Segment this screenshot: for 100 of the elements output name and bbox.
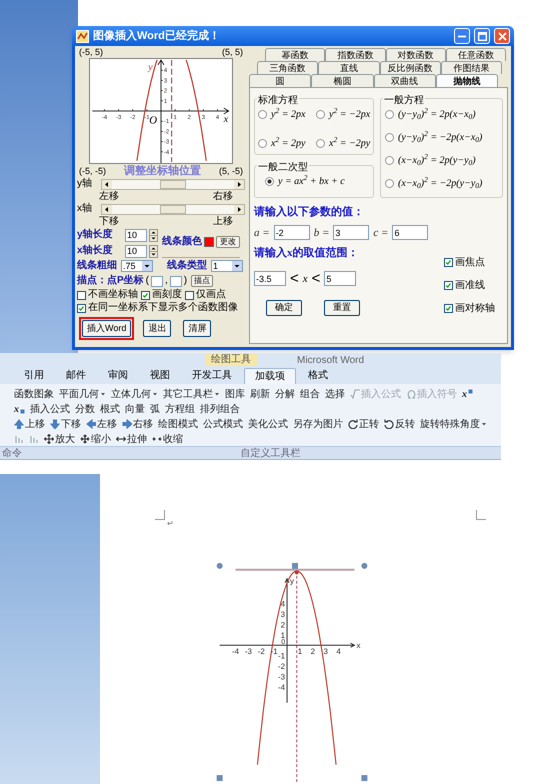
range-field[interactable]: 5 [324,271,356,286]
axis-slider[interactable] [101,178,245,190]
tab[interactable]: 对数函数 [386,48,446,61]
checkbox-option[interactable]: 画刻度 [141,290,182,300]
coordinate-field[interactable] [151,276,164,286]
toolbar-button[interactable]: 根式 [100,402,120,416]
toolbar-button[interactable]: 放大 [44,432,75,446]
toolbar-button[interactable]: 函数图象 [14,387,54,401]
axis-slider[interactable] [101,204,245,214]
tab[interactable]: 三角函数 [257,61,318,74]
slider-thumb[interactable] [160,180,186,188]
toolbar-button[interactable]: 排列组合 [200,402,240,416]
toolbar-button[interactable]: 其它工具栏 [163,387,220,401]
ribbon-tab[interactable]: 审阅 [98,368,138,384]
close-button[interactable] [494,28,510,44]
radio-button[interactable] [316,110,325,119]
ribbon-tab[interactable]: 邮件 [56,368,96,384]
radio-button[interactable] [265,177,274,186]
dialog-button[interactable]: 重置 [324,300,360,316]
toolbar-button[interactable]: 刷新 [250,387,270,401]
radio-button[interactable] [385,179,394,188]
toolbar-button[interactable]: 插入公式 [30,402,70,416]
radio-option[interactable]: (y−y$_{0}$)$^{2}$ = 2p(x−x$_{0}$) [385,107,499,122]
toolbar-button[interactable]: 平面几何 [59,387,106,401]
checkbox[interactable] [185,290,194,300]
toolbar-button[interactable]: 旋转特殊角度 [420,417,487,431]
ribbon-tab[interactable]: 加载项 [244,368,296,384]
checkbox[interactable] [444,304,453,313]
toolbar-button[interactable]: 公式模式 [203,417,243,431]
toolbar-button[interactable]: x [462,387,473,401]
range-field[interactable]: -3.5 [254,271,286,286]
toolbar-button[interactable]: 弧 [150,402,160,416]
radio-button[interactable] [385,110,394,119]
toolbar-button[interactable]: x [14,402,25,416]
toolbar-button[interactable]: 组合 [300,387,320,401]
toolbar-button[interactable]: 图库 [225,387,245,401]
toolbar-button[interactable]: 正转 [348,417,379,431]
parameter-field[interactable]: -2 [274,225,310,240]
dialog-button[interactable]: 清屏 [183,320,212,337]
radio-option[interactable]: x$^{2}$ = −2py [316,136,370,151]
tab[interactable]: 任意函数 [446,48,506,61]
radio-button[interactable] [385,156,394,165]
toolbar-button[interactable]: 分解 [275,387,295,401]
checkbox-option[interactable]: 画焦点 [444,255,495,270]
radio-option[interactable]: (y−y$_{0}$)$^{2}$ = −2p(x−x$_{0}$) [385,130,499,145]
minimize-button[interactable] [454,28,470,44]
ribbon-tab[interactable]: 格式 [298,368,338,384]
checkbox[interactable] [77,304,86,312]
radio-option[interactable]: (x−x$_{0}$)$^{2}$ = −2p(y−y$_{0}$) [385,176,499,191]
toolbar-button[interactable]: 反转 [384,417,415,431]
toolbar-button[interactable]: 向量 [125,402,145,416]
checkbox-option[interactable]: 画准线 [444,278,495,293]
tab[interactable]: 圆 [249,74,312,87]
toolbar-button[interactable]: 右移 [122,417,153,431]
radio-option[interactable]: y$^{2}$ = 2px [258,107,312,122]
ribbon-tab[interactable]: 视图 [140,368,180,384]
number-field[interactable]: 10 [125,244,147,258]
checkbox[interactable] [444,258,453,267]
toolbar-button[interactable]: 收缩 [152,432,183,446]
radio-button[interactable] [258,139,267,148]
coordinate-field[interactable] [170,276,182,286]
tab[interactable]: 作图结果 [440,61,502,74]
toolbar-button[interactable]: 另存为图片 [293,417,343,431]
resize-handle[interactable] [361,562,368,569]
toolbar-button[interactable]: 选择 [325,387,345,401]
toolbar-button[interactable]: 下移 [50,417,81,431]
radio-button[interactable] [316,139,325,148]
tab[interactable]: 反比例函数 [380,61,441,74]
tab[interactable]: 指数函数 [325,48,386,61]
resize-handle[interactable] [216,775,223,782]
radio-button[interactable] [258,110,267,119]
ribbon-tab[interactable]: 开发工具 [182,368,242,384]
radio-option[interactable]: (x−x$_{0}$)$^{2}$ = 2p(y−y$_{0}$) [385,153,499,168]
checkbox[interactable] [444,281,453,290]
toolbar-button[interactable]: 缩小 [80,432,111,446]
checkbox-option[interactable]: 不画坐标轴 [77,290,138,300]
radio-option[interactable]: y$^{2}$ = −2px [316,107,370,122]
checkbox-option[interactable]: 仅画点 [185,290,226,300]
toolbar-button[interactable]: 上移 [14,417,45,431]
toolbar-button[interactable]: 拉伸 [116,432,147,446]
resize-handle[interactable] [292,562,298,569]
ribbon-tab[interactable]: 引用 [14,368,54,384]
number-field[interactable]: 10 [125,228,147,242]
toolbar-button[interactable]: 美化公式 [248,417,288,431]
maximize-button[interactable] [474,28,490,44]
toolbar-button[interactable]: 绘图模式 [158,417,198,431]
change-color-button[interactable]: 更改 [216,236,240,248]
spinner-arrows-icon[interactable] [149,228,158,242]
tab[interactable]: 幂函数 [265,48,326,61]
radio-option[interactable]: x$^{2}$ = 2py [258,136,312,151]
checkbox-option[interactable]: 在同一坐标系下显示多个函数图像 [77,303,238,313]
plot-point-button[interactable]: 描点 [191,275,214,287]
dialog-button[interactable]: 确定 [266,300,302,316]
radio-button[interactable] [385,133,394,142]
resize-handle[interactable] [361,775,368,782]
slider-thumb[interactable] [160,204,186,214]
toolbar-button[interactable]: 左移 [86,417,117,431]
dialog-button[interactable]: 退出 [143,320,172,337]
dropdown-field[interactable]: .75 [121,260,153,272]
parameter-field[interactable]: 3 [333,225,370,240]
